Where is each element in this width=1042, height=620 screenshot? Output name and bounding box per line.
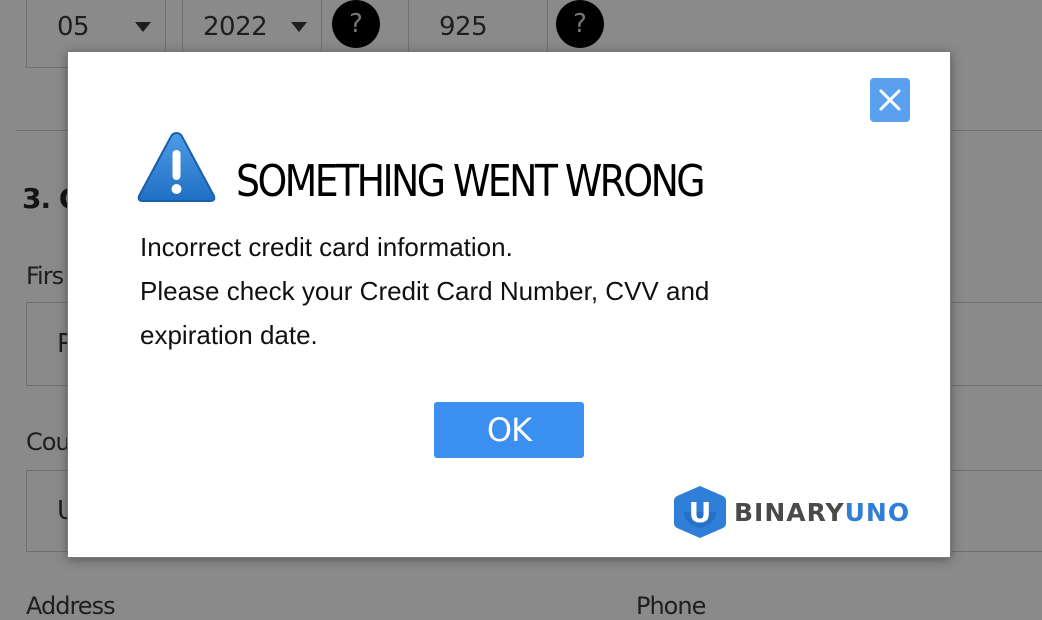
expiry-month-value: 05 [57, 12, 90, 42]
close-button[interactable] [870, 78, 910, 122]
close-icon [879, 89, 901, 111]
chevron-down-icon [291, 22, 307, 32]
error-message-line-1: Incorrect credit card information. [140, 232, 513, 262]
country-label: Cou [26, 428, 71, 456]
expiry-year-value: 2022 [203, 12, 268, 42]
error-dialog: SOMETHING WENT WRONG Incorrect credit ca… [67, 51, 951, 558]
brand-name: BINARYUNO [734, 498, 910, 527]
brand-name-part-1: BINARY [734, 497, 845, 527]
brand-logo: U BINARYUNO [672, 482, 910, 542]
chevron-down-icon [135, 22, 151, 32]
help-icon[interactable]: ? [556, 0, 604, 48]
brand-name-part-2: UNO [844, 497, 911, 527]
error-message-line-2: Please check your Credit Card Number, CV… [140, 276, 710, 306]
logo-letter: U [689, 496, 712, 529]
error-message-line-3: expiration date. [140, 320, 318, 350]
dialog-title: SOMETHING WENT WRONG [236, 156, 706, 207]
warning-triangle-icon [137, 131, 216, 202]
help-icon[interactable]: ? [332, 0, 380, 48]
cvv-value: 925 [439, 12, 488, 42]
ok-button[interactable]: OK [434, 402, 584, 458]
binaryuno-logo-icon: U [674, 486, 726, 538]
first-name-label: Firs [26, 262, 64, 290]
help-glyph: ? [349, 9, 363, 39]
help-glyph: ? [573, 9, 587, 39]
